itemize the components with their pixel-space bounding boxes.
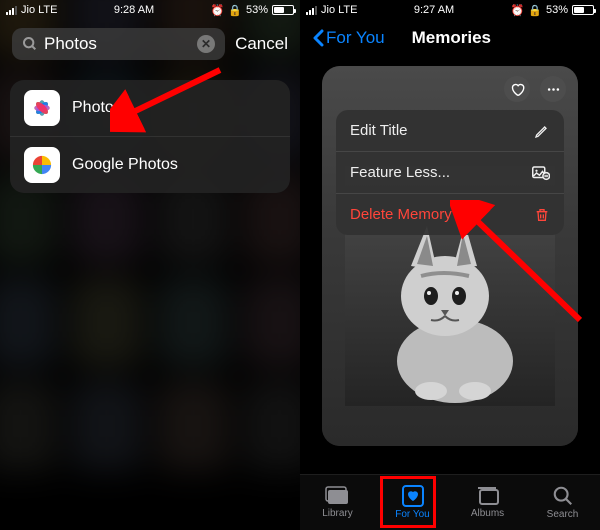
back-button[interactable]: For You bbox=[312, 28, 385, 48]
chevron-left-icon bbox=[312, 29, 324, 47]
search-input[interactable]: Photos ✕ bbox=[12, 28, 225, 60]
battery-text: 53% bbox=[546, 4, 568, 16]
photos-app-icon bbox=[24, 90, 60, 126]
status-time: 9:28 AM bbox=[114, 4, 154, 16]
library-icon bbox=[325, 486, 351, 506]
menu-edit-title[interactable]: Edit Title bbox=[336, 110, 564, 151]
result-google-photos-app[interactable]: Google Photos bbox=[10, 136, 290, 193]
search-icon bbox=[22, 36, 38, 52]
result-label: Google Photos bbox=[72, 156, 178, 174]
clear-search-button[interactable]: ✕ bbox=[197, 35, 215, 53]
tab-library[interactable]: Library bbox=[300, 475, 375, 530]
battery-text: 53% bbox=[246, 4, 268, 16]
context-menu: Edit Title Feature Less... Delete Memory bbox=[336, 110, 564, 235]
status-time: 9:27 AM bbox=[414, 4, 454, 16]
heart-icon bbox=[510, 82, 525, 97]
status-bar: Jio LTE 9:28 AM ⏰ 🔒 53% bbox=[0, 0, 300, 20]
tab-search[interactable]: Search bbox=[525, 475, 600, 530]
battery-icon bbox=[572, 5, 594, 15]
tab-label: Library bbox=[322, 508, 353, 519]
search-value: Photos bbox=[44, 34, 191, 54]
menu-label: Delete Memory bbox=[350, 206, 452, 223]
right-phone-screen: Jio LTE 9:27 AM ⏰ 🔒 53% For You Memories bbox=[300, 0, 600, 530]
status-bar: Jio LTE 9:27 AM ⏰ 🔒 53% bbox=[300, 0, 600, 20]
menu-label: Edit Title bbox=[350, 122, 408, 139]
favorite-button[interactable] bbox=[504, 76, 530, 102]
more-button[interactable] bbox=[540, 76, 566, 102]
menu-label: Feature Less... bbox=[350, 164, 450, 181]
cancel-button[interactable]: Cancel bbox=[235, 34, 288, 54]
tab-label: Search bbox=[547, 509, 579, 520]
page-title: Memories bbox=[412, 28, 491, 48]
result-label: Photos bbox=[72, 99, 122, 117]
carrier-label: Jio LTE bbox=[321, 4, 357, 16]
left-phone-screen: Jio LTE 9:28 AM ⏰ 🔒 53% Photos ✕ Cancel bbox=[0, 0, 300, 530]
for-you-icon bbox=[402, 485, 424, 507]
back-label: For You bbox=[326, 28, 385, 48]
tab-for-you[interactable]: For You bbox=[375, 475, 450, 530]
tab-bar: Library For You Albums Search bbox=[300, 474, 600, 530]
ellipsis-icon bbox=[546, 82, 561, 97]
nav-bar: For You Memories bbox=[300, 20, 600, 56]
tab-label: For You bbox=[395, 509, 429, 520]
result-photos-app[interactable]: Photos bbox=[10, 80, 290, 136]
albums-icon bbox=[476, 486, 500, 506]
menu-feature-less[interactable]: Feature Less... bbox=[336, 151, 564, 193]
pencil-icon bbox=[534, 123, 550, 139]
google-photos-app-icon bbox=[24, 147, 60, 183]
menu-delete-memory[interactable]: Delete Memory bbox=[336, 193, 564, 235]
rotation-lock-icon: 🔒 bbox=[228, 4, 242, 17]
signal-icon bbox=[6, 6, 17, 15]
search-icon bbox=[552, 485, 574, 507]
tab-albums[interactable]: Albums bbox=[450, 475, 525, 530]
search-results: Photos Google Photos bbox=[10, 80, 290, 193]
tab-label: Albums bbox=[471, 508, 504, 519]
alarm-icon: ⏰ bbox=[511, 4, 525, 17]
signal-icon bbox=[306, 6, 317, 15]
carrier-label: Jio LTE bbox=[21, 4, 57, 16]
battery-icon bbox=[272, 5, 294, 15]
alarm-icon: ⏰ bbox=[211, 4, 225, 17]
memory-card[interactable]: Edit Title Feature Less... Delete Memory bbox=[322, 66, 578, 446]
trash-icon bbox=[534, 207, 550, 223]
photo-minus-icon bbox=[532, 165, 550, 181]
rotation-lock-icon: 🔒 bbox=[528, 4, 542, 17]
